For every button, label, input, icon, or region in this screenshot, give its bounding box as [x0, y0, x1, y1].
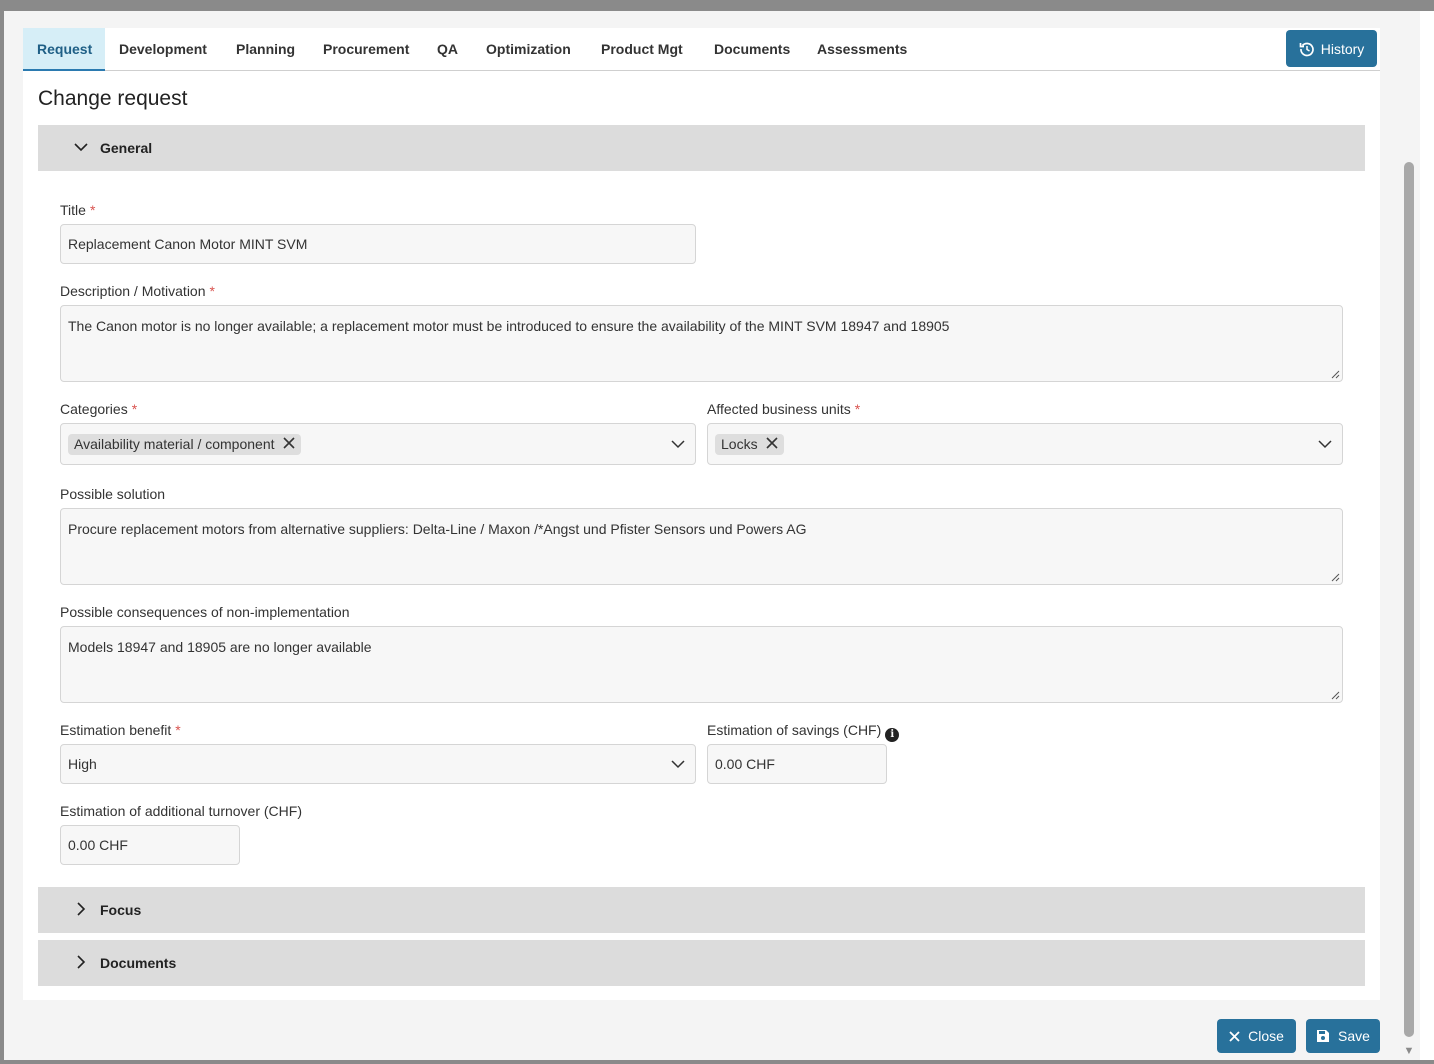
categories-label: Categories * [60, 401, 138, 417]
tab-product-mgt[interactable]: Product Mgt [587, 28, 697, 71]
section-focus-label: Focus [100, 902, 142, 918]
close-icon [1229, 1030, 1240, 1042]
description-label: Description / Motivation * [60, 283, 215, 299]
save-label: Save [1338, 1028, 1370, 1044]
section-documents-header[interactable]: Documents [38, 940, 1365, 986]
tab-documents[interactable]: Documents [700, 28, 804, 71]
categories-select[interactable]: Availability material / component [60, 423, 696, 465]
chevron-down-icon[interactable] [1318, 437, 1332, 451]
consequences-textarea[interactable]: Models 18947 and 18905 are no longer ava… [60, 626, 1343, 703]
tab-planning[interactable]: Planning [222, 28, 309, 71]
section-documents-label: Documents [100, 955, 177, 971]
chevron-down-icon[interactable] [671, 757, 685, 771]
section-general-label: General [100, 140, 153, 156]
resize-handle-icon[interactable] [1331, 573, 1340, 582]
request-panel: Request Development Planning Procurement… [23, 28, 1380, 1000]
consequences-label: Possible consequences of non-implementat… [60, 604, 350, 620]
remove-chip-icon[interactable] [766, 436, 778, 453]
chevron-right-icon [74, 901, 92, 919]
required-marker: * [209, 283, 215, 299]
additional-turnover-input[interactable]: 0.00 CHF [60, 825, 240, 865]
resize-handle-icon[interactable] [1331, 370, 1340, 379]
estimation-benefit-label: Estimation benefit * [60, 722, 181, 738]
history-icon [1299, 42, 1314, 56]
page-title: Change request [38, 87, 188, 110]
tab-assessments[interactable]: Assessments [803, 28, 921, 71]
estimation-savings-input[interactable]: 0.00 CHF [707, 744, 887, 784]
history-button[interactable]: History [1286, 30, 1377, 67]
close-label: Close [1248, 1028, 1284, 1044]
resize-handle-icon[interactable] [1331, 691, 1340, 700]
remove-chip-icon[interactable] [282, 436, 295, 453]
estimation-benefit-select[interactable]: High [60, 744, 696, 784]
possible-solution-textarea[interactable]: Procure replacement motors from alternat… [60, 508, 1343, 585]
required-marker: * [131, 401, 138, 417]
category-chip: Availability material / component [68, 433, 301, 455]
description-textarea[interactable]: The Canon motor is no longer available; … [60, 305, 1343, 382]
title-input[interactable]: Replacement Canon Motor MINT SVM [60, 224, 696, 264]
tab-bar: Request Development Planning Procurement… [23, 28, 1380, 71]
save-icon [1317, 1030, 1330, 1042]
close-button[interactable]: Close [1217, 1019, 1296, 1053]
tab-development[interactable]: Development [105, 28, 221, 71]
chevron-right-icon [74, 954, 92, 972]
scroll-down-icon[interactable]: ▼ [1402, 1044, 1416, 1058]
dialog-edge [1420, 11, 1434, 1060]
required-marker: * [854, 401, 861, 417]
save-button[interactable]: Save [1306, 1019, 1380, 1053]
chevron-down-icon[interactable] [671, 437, 685, 451]
tab-optimization[interactable]: Optimization [472, 28, 585, 71]
info-icon[interactable]: i [885, 728, 900, 742]
estimation-savings-label: Estimation of savings (CHF) i [707, 722, 900, 742]
history-label: History [1320, 40, 1365, 57]
required-marker: * [89, 202, 96, 218]
title-label: Title * [60, 202, 96, 218]
tab-request[interactable]: Request [23, 28, 105, 71]
chevron-down-icon [74, 140, 92, 157]
scrollbar-thumb[interactable] [1404, 162, 1414, 1037]
business-units-select[interactable]: Locks [707, 423, 1343, 465]
business-unit-chip: Locks [715, 433, 784, 455]
section-focus-header[interactable]: Focus [38, 887, 1365, 933]
section-general-header[interactable]: General [38, 125, 1365, 171]
additional-turnover-label: Estimation of additional turnover (CHF) [60, 803, 302, 819]
required-marker: * [175, 722, 181, 738]
tab-qa[interactable]: QA [423, 28, 472, 71]
business-units-label: Affected business units * [707, 401, 861, 417]
possible-solution-label: Possible solution [60, 486, 166, 502]
tab-procurement[interactable]: Procurement [309, 28, 423, 71]
